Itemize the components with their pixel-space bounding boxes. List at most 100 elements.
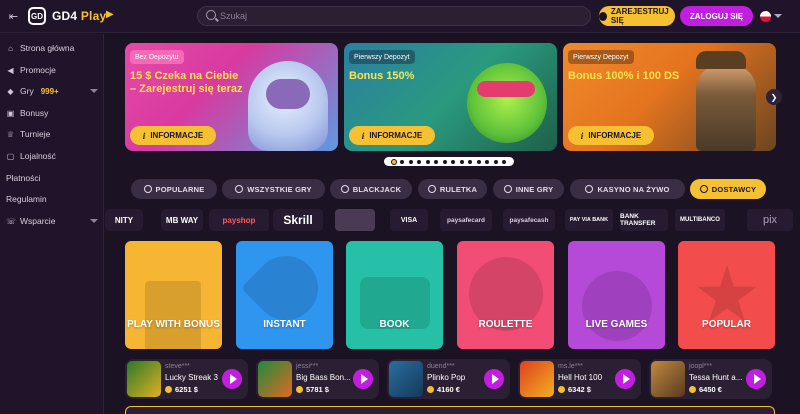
bottom-section-edge (125, 406, 775, 414)
category-providers[interactable]: DOSTAWCY (690, 179, 766, 199)
payment-logo: NITY (105, 209, 143, 231)
winner-card[interactable]: joopl*** Tessa Hunt a... 6450 € (649, 359, 772, 399)
carousel-dot[interactable] (459, 159, 464, 164)
category-popular[interactable]: POPULARNE (131, 179, 217, 199)
sidebar-item-loyalty[interactable]: ▢ Lojalność (6, 148, 100, 164)
banner-first-deposit-100[interactable]: Pierwszy Depozyt Bonus 100% i 100 DS i I… (563, 43, 776, 151)
category-label: INNE GRY (515, 184, 554, 194)
category-label: KASYNO NA ŻYWO (597, 184, 670, 194)
support-icon: ☏ (6, 216, 17, 226)
play-button[interactable] (353, 369, 373, 389)
category-label: POPULARNE (155, 184, 205, 194)
category-roulette[interactable]: RULETKA (418, 179, 487, 199)
carousel-dot[interactable] (400, 159, 405, 164)
register-button[interactable]: ZAREJESTRUJ SIĘ (599, 6, 675, 26)
tile-popular[interactable]: POPULAR (678, 241, 775, 349)
category-blackjack[interactable]: BLACKJACK (330, 179, 412, 199)
carousel-dot[interactable] (434, 159, 439, 164)
game-thumbnail (520, 361, 554, 397)
search-icon (206, 10, 216, 20)
sidebar-item-support[interactable]: ☏ Wsparcie (6, 213, 100, 229)
sidebar-item-terms[interactable]: Regulamin (6, 191, 100, 207)
tile-roulette[interactable]: ROULETTE (457, 241, 554, 349)
winner-card[interactable]: jessi*** Big Bass Bon... 5781 $ (256, 359, 379, 399)
info-button[interactable]: i INFORMACJE (349, 126, 435, 145)
sidebar-item-promotions[interactable]: ◀ Promocje (6, 62, 100, 78)
winner-user: duend*** (427, 363, 455, 370)
play-button[interactable] (746, 369, 766, 389)
search-bar[interactable] (197, 6, 591, 26)
payment-logo: pix (747, 209, 793, 231)
play-icon (622, 374, 630, 384)
sidebar-item-home[interactable]: ⌂ Strona główna (6, 40, 100, 56)
carousel-dot[interactable] (502, 159, 507, 164)
tile-live-games[interactable]: LIVE GAMES (568, 241, 665, 349)
banner-first-deposit-150[interactable]: Pierwszy Depozyt Bonus 150% i INFORMACJE (344, 43, 557, 151)
tile-label: PLAY WITH BONUS (127, 319, 220, 330)
logo[interactable]: GD4 Play (52, 9, 106, 23)
winner-card[interactable]: duend*** Plinko Pop 4160 € (387, 359, 510, 399)
tile-play-with-bonus[interactable]: PLAY WITH BONUS (125, 241, 222, 349)
play-button[interactable] (222, 369, 242, 389)
yeti-image (228, 43, 338, 151)
game-icon: ◆ (7, 86, 14, 96)
sidebar-item-tournaments[interactable]: ♕ Turnieje (6, 126, 100, 142)
chevron-right-icon[interactable]: ❯ (766, 89, 782, 105)
winner-game: Tessa Hunt a... (689, 373, 743, 382)
category-label: BLACKJACK (352, 184, 402, 194)
sidebar-item-payments[interactable]: Płatności (6, 170, 100, 186)
logo-text: GD4 (52, 9, 78, 23)
sidebar-item-label: Turnieje (20, 129, 51, 139)
payment-logo: paysafecash (503, 209, 555, 231)
play-icon (360, 374, 368, 384)
winner-user: steve*** (165, 363, 190, 370)
amount-value: 5781 $ (306, 385, 329, 394)
search-input[interactable] (220, 9, 580, 23)
category-all-games[interactable]: WSZYSTKIE GRY (222, 179, 325, 199)
sidebar-item-bonuses[interactable]: ▣ Bonusy (6, 105, 100, 121)
carousel-dot[interactable] (391, 159, 396, 164)
coin-icon (296, 386, 303, 393)
collapse-sidebar-icon[interactable]: ⇤ (6, 9, 21, 23)
banner-no-deposit[interactable]: Bez Depozytu 15 $ Czeka na Ciebie – Zare… (125, 43, 338, 151)
carousel-dot[interactable] (425, 159, 430, 164)
category-other-games[interactable]: INNE GRY (493, 179, 564, 199)
payment-logo (335, 209, 375, 231)
carousel-dot[interactable] (485, 159, 490, 164)
sidebar-item-games[interactable]: ◆ Gry 999+ (6, 83, 100, 99)
play-button[interactable] (484, 369, 504, 389)
chevron-down-icon[interactable] (90, 219, 98, 223)
carousel-dot[interactable] (417, 159, 422, 164)
play-icon (753, 374, 761, 384)
carousel-dot[interactable] (408, 159, 413, 164)
chevron-down-icon[interactable] (90, 89, 98, 93)
winner-user: joopl*** (689, 363, 712, 370)
carousel-dot[interactable] (493, 159, 498, 164)
carousel-dot[interactable] (451, 159, 456, 164)
logo-accent: Play (80, 9, 107, 23)
frog-image (447, 43, 557, 151)
info-button[interactable]: i INFORMACJE (568, 126, 654, 145)
winner-amount: 6342 $ (558, 385, 591, 394)
play-button[interactable] (615, 369, 635, 389)
banner-tag: Bez Depozytu (130, 50, 184, 64)
tile-instant[interactable]: INSTANT (236, 241, 333, 349)
logo-icon[interactable]: GD (28, 7, 46, 25)
live-icon (585, 185, 594, 193)
carousel-dot[interactable] (442, 159, 447, 164)
banner-tag: Pierwszy Depozyt (349, 50, 415, 64)
user-icon (599, 11, 607, 21)
language-selector[interactable] (760, 8, 788, 24)
winner-card[interactable]: steve*** Lucky Streak 3 6251 $ (125, 359, 248, 399)
winner-card[interactable]: ms.le*** Hell Hot 100 6342 $ (518, 359, 641, 399)
amount-value: 6251 $ (175, 385, 198, 394)
sidebar-item-label: Wsparcie (20, 216, 56, 226)
login-button[interactable]: ZALOGUJ SIĘ (680, 6, 753, 26)
category-live-casino[interactable]: KASYNO NA ŻYWO (570, 179, 685, 199)
sidebar-item-label: Promocje (20, 65, 56, 75)
tile-book[interactable]: BOOK (346, 241, 443, 349)
winner-user: ms.le*** (558, 363, 583, 370)
info-button[interactable]: i INFORMACJE (130, 126, 216, 145)
carousel-dot[interactable] (468, 159, 473, 164)
carousel-dot[interactable] (476, 159, 481, 164)
